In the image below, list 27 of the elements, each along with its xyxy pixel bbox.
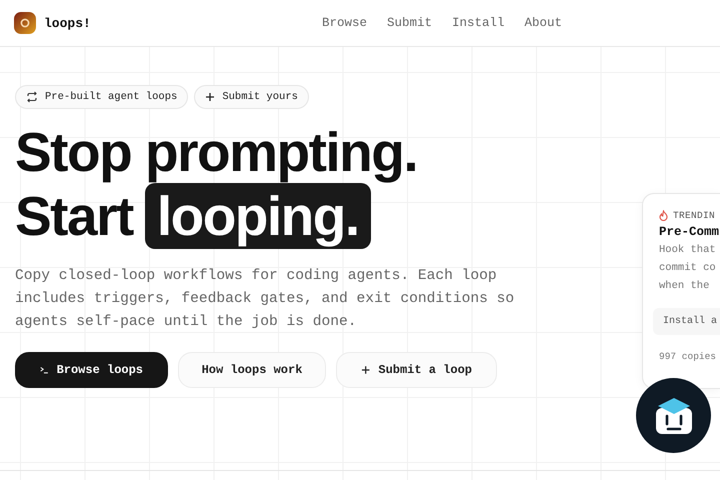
card-description: when the	[659, 279, 710, 294]
action-button[interactable]: Submit a loop	[336, 352, 497, 388]
card-description: commit co	[659, 261, 716, 276]
flame-icon	[659, 210, 668, 221]
nav-link[interactable]: About	[524, 16, 562, 30]
nav-link[interactable]: Install	[452, 16, 505, 30]
nav-link[interactable]: Browse	[322, 16, 368, 30]
nav-link[interactable]: Submit	[387, 16, 432, 30]
tag-pill[interactable]: Pre-built agent loops	[15, 85, 188, 109]
repeat-icon	[26, 91, 38, 103]
plus-icon	[361, 365, 370, 375]
headline-text: Stop prompting.	[15, 121, 418, 183]
tag-pill[interactable]: Submit yours	[194, 85, 309, 109]
brand-name[interactable]: loops!	[44, 16, 91, 30]
terminal-prompt-icon	[40, 365, 49, 375]
plus-icon	[205, 92, 216, 102]
card-title: Pre-Comm	[659, 225, 720, 239]
action-button[interactable]: How loops work	[178, 352, 326, 388]
intro-paragraph: Copy closed-loop workflows for coding agents. Each loop includes triggers, feedback gates, and exit conditions so agents self-pace until the job is done.	[15, 267, 516, 332]
headline-text: Start	[15, 185, 133, 247]
trending-label: TRENDIN	[673, 210, 716, 221]
logo-icon	[14, 12, 36, 34]
install-command[interactable]: Install a	[653, 308, 720, 335]
highlighted-word: looping.	[144, 183, 371, 249]
card-description: Hook that	[659, 243, 716, 258]
action-button[interactable]: Browse loops	[15, 352, 168, 388]
copy-count: 997 copies	[659, 351, 718, 362]
